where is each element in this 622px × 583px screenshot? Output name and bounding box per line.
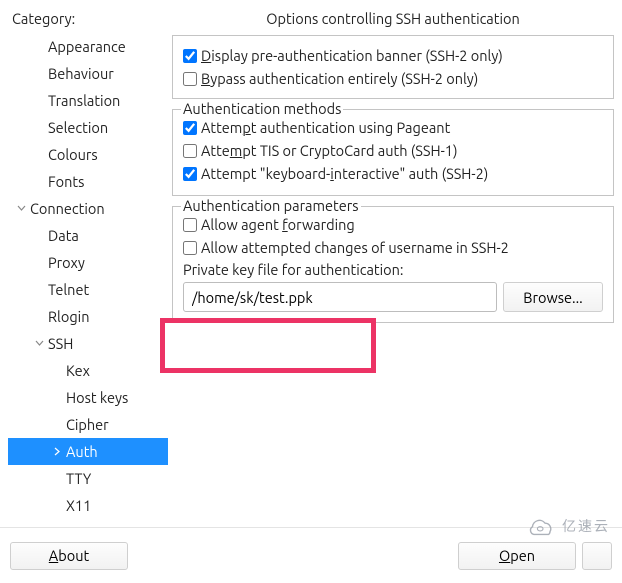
pageant-option[interactable]: Attempt authentication using Pageant	[183, 116, 603, 139]
tree-item-hostkeys[interactable]: Host keys	[8, 384, 168, 411]
username-change-checkbox[interactable]	[183, 241, 197, 255]
browse-button[interactable]: Browse...	[503, 282, 603, 312]
kbi-checkbox[interactable]	[183, 167, 197, 181]
display-banner-checkbox[interactable]	[183, 49, 197, 63]
tree-item-auth[interactable]: Auth	[8, 438, 168, 465]
open-button[interactable]: Open	[458, 542, 576, 570]
tree-item-ssh[interactable]: SSH	[8, 330, 168, 357]
tree-item-appearance[interactable]: Appearance	[8, 33, 168, 60]
tree-item-fonts[interactable]: Fonts	[8, 168, 168, 195]
bypass-auth-option[interactable]: Bypass authentication entirely (SSH-2 on…	[183, 67, 603, 90]
private-key-input[interactable]	[183, 282, 497, 312]
top-options-panel: Display pre-authentication banner (SSH-2…	[172, 35, 614, 99]
agent-forwarding-checkbox[interactable]	[183, 218, 197, 232]
cloud-icon	[529, 515, 557, 537]
watermark-text: 亿速云	[562, 516, 610, 536]
tree-item-translation[interactable]: Translation	[8, 87, 168, 114]
tree-item-behaviour[interactable]: Behaviour	[8, 60, 168, 87]
watermark: 亿速云	[529, 515, 610, 537]
tree-item-telnet[interactable]: Telnet	[8, 276, 168, 303]
agent-forwarding-option[interactable]: Allow agent forwarding	[183, 213, 603, 236]
tree-item-proxy[interactable]: Proxy	[8, 249, 168, 276]
partial-button[interactable]	[582, 542, 612, 570]
chevron-right-icon[interactable]	[48, 444, 66, 460]
auth-methods-panel: Authentication methods Attempt authentic…	[172, 109, 614, 196]
tree-item-data[interactable]: Data	[8, 222, 168, 249]
tree-item-connection[interactable]: Connection	[8, 195, 168, 222]
tree-item-rlogin[interactable]: Rlogin	[8, 303, 168, 330]
bypass-auth-checkbox[interactable]	[183, 72, 197, 86]
tree-item-tty[interactable]: TTY	[8, 465, 168, 492]
pageant-checkbox[interactable]	[183, 121, 197, 135]
category-label: Category:	[8, 8, 168, 31]
tis-checkbox[interactable]	[183, 144, 197, 158]
kbi-option[interactable]: Attempt "keyboard-interactive" auth (SSH…	[183, 162, 603, 185]
username-change-option[interactable]: Allow attempted changes of username in S…	[183, 236, 603, 259]
display-banner-option[interactable]: Display pre-authentication banner (SSH-2…	[183, 44, 603, 67]
auth-params-legend: Authentication parameters	[181, 197, 361, 214]
tree-item-selection[interactable]: Selection	[8, 114, 168, 141]
about-button[interactable]: About	[10, 542, 128, 570]
chevron-down-icon[interactable]	[12, 201, 30, 217]
tis-option[interactable]: Attempt TIS or CryptoCard auth (SSH-1)	[183, 139, 603, 162]
tree-item-kex[interactable]: Kex	[8, 357, 168, 384]
tree-item-x11[interactable]: X11	[8, 492, 168, 517]
page-title: Options controlling SSH authentication	[172, 8, 614, 35]
auth-methods-legend: Authentication methods	[181, 100, 343, 117]
tree-item-cipher[interactable]: Cipher	[8, 411, 168, 438]
private-key-label: Private key file for authentication:	[183, 259, 603, 282]
chevron-down-icon[interactable]	[30, 336, 48, 352]
auth-params-panel: Authentication parameters Allow agent fo…	[172, 206, 614, 323]
category-tree[interactable]: Appearance Behaviour Translation Selecti…	[8, 31, 168, 517]
tree-item-colours[interactable]: Colours	[8, 141, 168, 168]
